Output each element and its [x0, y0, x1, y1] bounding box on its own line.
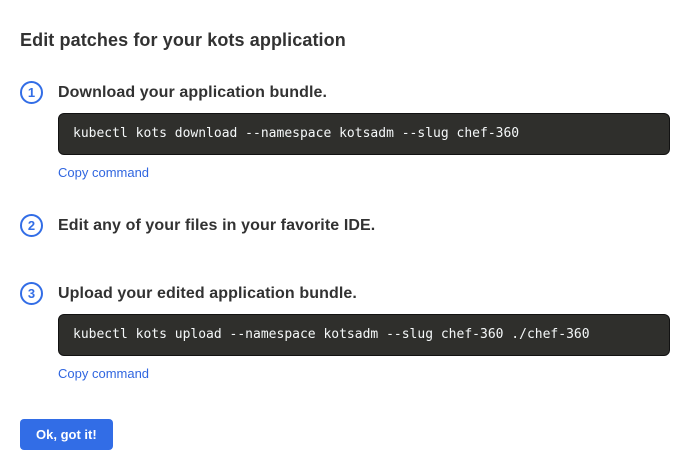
- page-title: Edit patches for your kots application: [20, 30, 670, 51]
- step-3-content: kubectl kots upload --namespace kotsadm …: [58, 314, 670, 383]
- upload-command-snippet[interactable]: kubectl kots upload --namespace kotsadm …: [58, 314, 670, 356]
- step-3-number-badge: 3: [20, 282, 43, 305]
- step-2-label: Edit any of your files in your favorite …: [58, 217, 375, 235]
- edit-patches-panel: Edit patches for your kots application 1…: [0, 0, 690, 450]
- ok-got-it-button[interactable]: Ok, got it!: [20, 419, 113, 450]
- step-2-number-badge: 2: [20, 214, 43, 237]
- step-1-header: 1 Download your application bundle.: [20, 81, 670, 104]
- step-2-header: 2 Edit any of your files in your favorit…: [20, 214, 670, 237]
- step-1-content: kubectl kots download --namespace kotsad…: [58, 113, 670, 182]
- step-1-label: Download your application bundle.: [58, 84, 327, 102]
- copy-download-command-link[interactable]: Copy command: [58, 165, 149, 180]
- step-3-header: 3 Upload your edited application bundle.: [20, 282, 670, 305]
- footer: Ok, got it!: [20, 383, 670, 450]
- step-3-label: Upload your edited application bundle.: [58, 285, 357, 303]
- step-1-number-badge: 1: [20, 81, 43, 104]
- download-command-snippet[interactable]: kubectl kots download --namespace kotsad…: [58, 113, 670, 155]
- copy-upload-command-link[interactable]: Copy command: [58, 366, 149, 381]
